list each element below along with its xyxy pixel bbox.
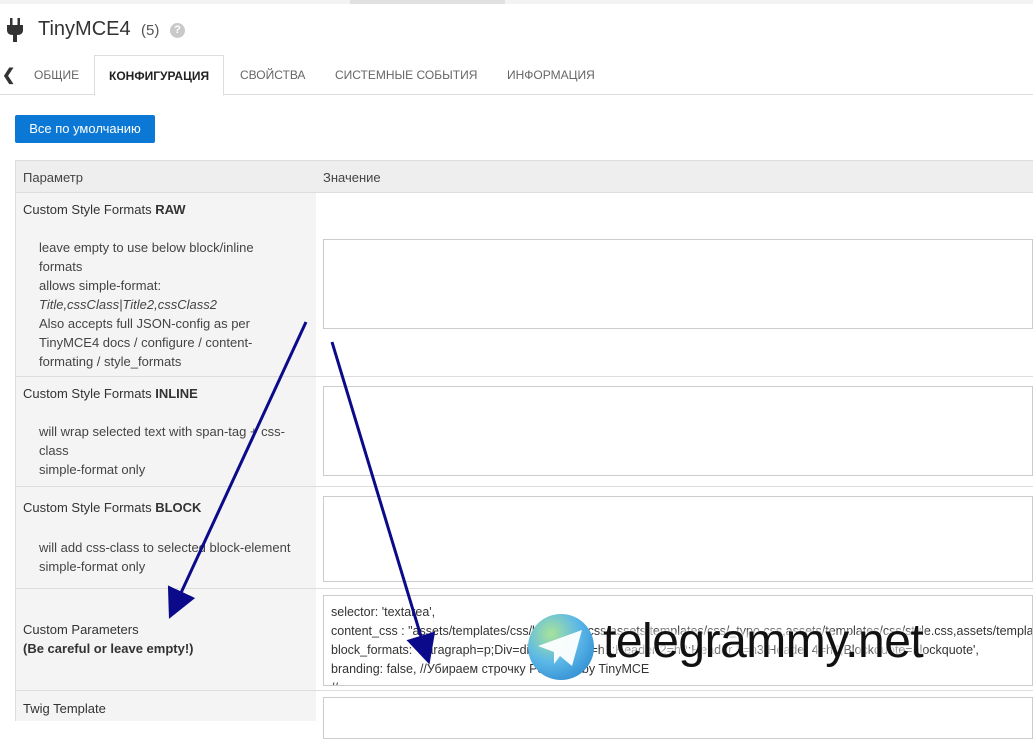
chevron-left-icon[interactable]: ❮ xyxy=(2,65,15,85)
raw-formats-textarea[interactable] xyxy=(323,239,1033,329)
telegram-globe-icon xyxy=(528,614,594,680)
param-name: Custom Style Formats INLINE xyxy=(23,386,198,401)
inline-formats-textarea[interactable] xyxy=(323,386,1033,476)
param-description: leave empty to use below block/inline fo… xyxy=(39,240,254,369)
table-row: Custom Style Formats RAW leave empty to … xyxy=(15,192,1033,377)
top-scroll-strip xyxy=(0,0,1033,4)
tab-system-events[interactable]: СИСТЕМНЫЕ СОБЫТИЯ xyxy=(335,55,477,94)
param-name: Custom Style Formats BLOCK xyxy=(23,500,202,515)
plug-icon xyxy=(7,18,23,42)
table-row: Custom Style Formats INLINE will wrap se… xyxy=(15,376,1033,487)
page-header: TinyMCE4 (5) ? xyxy=(0,14,1033,46)
watermark-text: telegrammy.net xyxy=(603,615,924,668)
twig-template-field[interactable] xyxy=(323,697,1033,739)
param-name: Twig Template xyxy=(23,701,106,716)
reset-defaults-button[interactable]: Все по умолчанию xyxy=(15,115,155,143)
param-name: Custom Style Formats RAW xyxy=(23,202,186,217)
page-title: TinyMCE4 xyxy=(38,18,131,40)
param-description: will add css-class to selected block-ele… xyxy=(39,540,291,574)
watermark: telegrammy.net xyxy=(528,614,1033,680)
element-count: (5) xyxy=(141,22,160,39)
block-formats-textarea[interactable] xyxy=(323,496,1033,582)
table-header: Параметр Значение xyxy=(15,160,1033,193)
tab-information[interactable]: ИНФОРМАЦИЯ xyxy=(507,55,595,94)
tab-properties[interactable]: СВОЙСТВА xyxy=(240,55,305,94)
tab-general[interactable]: ОБЩИЕ xyxy=(34,55,79,94)
param-description: will wrap selected text with span-tag + … xyxy=(39,424,286,477)
table-row: Custom Style Formats BLOCK will add css-… xyxy=(15,486,1033,589)
table-row: Twig Template xyxy=(15,690,1033,739)
param-warning: (Be careful or leave empty!) xyxy=(23,641,194,656)
column-header-value: Значение xyxy=(323,170,381,185)
tab-bar: ❮ ОБЩИЕ КОНФИГУРАЦИЯ СВОЙСТВА СИСТЕМНЫЕ … xyxy=(0,55,1033,96)
param-name: Custom Parameters xyxy=(23,622,139,637)
help-icon[interactable]: ? xyxy=(170,23,185,38)
column-header-param: Параметр xyxy=(23,170,83,185)
tab-configuration[interactable]: КОНФИГУРАЦИЯ xyxy=(94,55,225,96)
